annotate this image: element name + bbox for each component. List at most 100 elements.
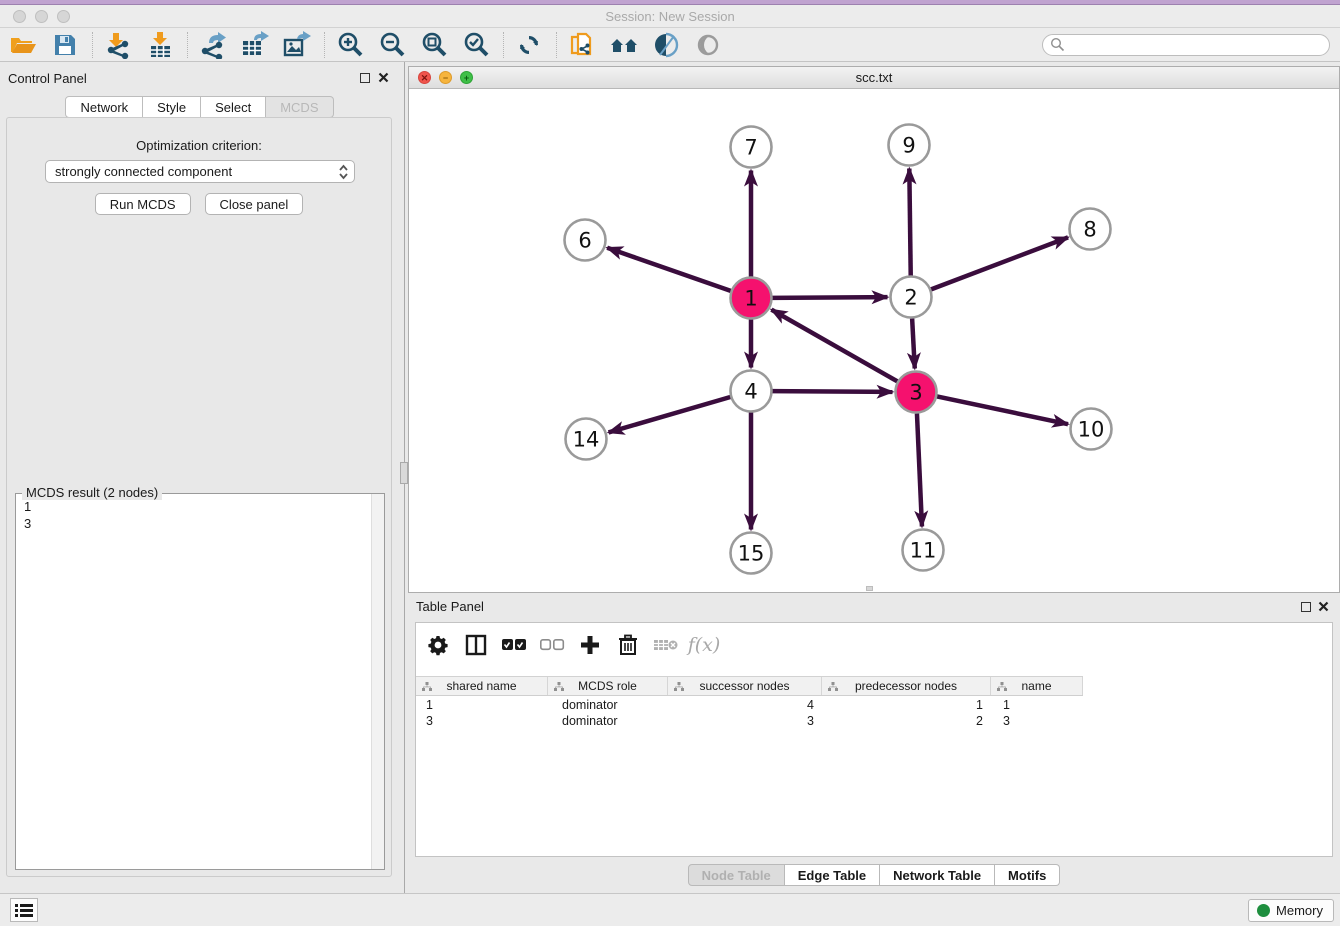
titlebar: Session: New Session bbox=[0, 5, 1340, 28]
column-header-name[interactable]: name bbox=[991, 677, 1083, 695]
edge-1-2[interactable] bbox=[772, 297, 887, 298]
control-panel-float-icon[interactable] bbox=[360, 73, 370, 83]
import-network-icon[interactable] bbox=[103, 30, 133, 60]
table-cell[interactable]: dominator bbox=[548, 697, 668, 713]
network-canvas[interactable]: 7 9 6 8 1 2 4 3 14 10 15 11 bbox=[409, 89, 1339, 592]
column-header-MCDS-role[interactable]: MCDS role bbox=[548, 677, 668, 695]
svg-text:7: 7 bbox=[744, 136, 757, 160]
graph-node-6[interactable]: 6 bbox=[565, 220, 606, 261]
graph-node-4[interactable]: 4 bbox=[731, 371, 772, 412]
network-resize-handle[interactable] bbox=[866, 586, 873, 591]
table-panel-close-icon[interactable] bbox=[1318, 601, 1329, 612]
toggle-style-icon[interactable] bbox=[651, 30, 681, 60]
graph-node-8[interactable]: 8 bbox=[1070, 209, 1111, 250]
table-cell[interactable]: 4 bbox=[668, 697, 822, 713]
run-mcds-button[interactable]: Run MCDS bbox=[95, 193, 191, 215]
import-table-icon[interactable] bbox=[145, 30, 175, 60]
graph-node-9[interactable]: 9 bbox=[889, 125, 930, 166]
search-input[interactable] bbox=[1042, 34, 1330, 56]
delete-table-icon bbox=[652, 631, 680, 659]
table-panel-float-icon[interactable] bbox=[1301, 602, 1311, 612]
tab-edge-table[interactable]: Edge Table bbox=[785, 864, 880, 886]
close-panel-button[interactable]: Close panel bbox=[205, 193, 304, 215]
edge-3-1[interactable] bbox=[771, 310, 897, 382]
edge-2-3[interactable] bbox=[912, 318, 915, 368]
show-hide-graphics-icon[interactable] bbox=[693, 30, 723, 60]
optimization-criterion-dropdown[interactable]: strongly connected component bbox=[45, 160, 355, 183]
graph-node-10[interactable]: 10 bbox=[1071, 409, 1112, 450]
duplicate-network-icon[interactable] bbox=[567, 30, 597, 60]
table-panel-title: Table Panel bbox=[416, 599, 484, 614]
table-cell[interactable]: 1 bbox=[822, 697, 991, 713]
list-icon bbox=[15, 903, 33, 918]
table-cell[interactable]: 3 bbox=[416, 713, 548, 729]
svg-text:1: 1 bbox=[744, 287, 757, 311]
zoom-selected-icon[interactable] bbox=[461, 30, 491, 60]
table-cell[interactable]: 2 bbox=[822, 713, 991, 729]
graph-node-11[interactable]: 11 bbox=[903, 530, 944, 571]
add-row-icon[interactable] bbox=[576, 631, 604, 659]
result-item: 1 bbox=[24, 498, 370, 515]
table-cell[interactable]: dominator bbox=[548, 713, 668, 729]
optimization-criterion-label: Optimization criterion: bbox=[7, 138, 391, 153]
memory-status-icon bbox=[1257, 904, 1270, 917]
tab-network[interactable]: Network bbox=[65, 96, 143, 118]
delete-row-icon[interactable] bbox=[614, 631, 642, 659]
export-network-icon[interactable] bbox=[198, 30, 228, 60]
toggle-column-view-icon[interactable] bbox=[462, 631, 490, 659]
column-header-shared-name[interactable]: shared name bbox=[416, 677, 548, 695]
graph-node-3[interactable]: 3 bbox=[896, 372, 937, 413]
table-cell[interactable]: 3 bbox=[668, 713, 822, 729]
save-session-icon[interactable] bbox=[50, 30, 80, 60]
main-toolbar bbox=[0, 28, 1340, 62]
search-icon bbox=[1050, 37, 1065, 52]
graph-node-14[interactable]: 14 bbox=[566, 419, 607, 460]
result-scrollbar[interactable] bbox=[371, 494, 384, 869]
memory-button[interactable]: Memory bbox=[1248, 899, 1334, 922]
tab-style[interactable]: Style bbox=[143, 96, 201, 118]
table-row[interactable]: 3dominator323 bbox=[416, 713, 1332, 729]
graph-node-1[interactable]: 1 bbox=[731, 278, 772, 319]
result-item: 3 bbox=[24, 515, 370, 532]
edge-4-3[interactable] bbox=[772, 391, 892, 392]
task-list-button[interactable] bbox=[10, 898, 38, 922]
graph-node-15[interactable]: 15 bbox=[731, 533, 772, 574]
graph-node-7[interactable]: 7 bbox=[731, 127, 772, 168]
control-panel-close-icon[interactable] bbox=[378, 72, 389, 83]
zoom-in-icon[interactable] bbox=[335, 30, 365, 60]
edge-3-11[interactable] bbox=[917, 413, 922, 526]
network-overview-icon[interactable] bbox=[609, 30, 639, 60]
status-bar: Memory bbox=[0, 893, 1340, 926]
zoom-fit-icon[interactable] bbox=[419, 30, 449, 60]
edge-4-14[interactable] bbox=[609, 397, 731, 432]
deselect-all-icon[interactable] bbox=[538, 631, 566, 659]
edge-3-10[interactable] bbox=[937, 396, 1068, 424]
table-cell[interactable]: 1 bbox=[416, 697, 548, 713]
table-row[interactable]: 1dominator411 bbox=[416, 697, 1332, 713]
network-window-titlebar[interactable]: ✕ − + scc.txt bbox=[409, 67, 1339, 89]
export-table-icon[interactable] bbox=[240, 30, 270, 60]
tab-select[interactable]: Select bbox=[201, 96, 266, 118]
tab-mcds[interactable]: MCDS bbox=[266, 96, 333, 118]
settings-gear-icon[interactable] bbox=[424, 631, 452, 659]
graph-node-2[interactable]: 2 bbox=[891, 277, 932, 318]
select-all-icon[interactable] bbox=[500, 631, 528, 659]
apply-layout-icon[interactable] bbox=[514, 30, 544, 60]
export-image-icon[interactable] bbox=[282, 30, 312, 60]
tab-node-table[interactable]: Node Table bbox=[688, 864, 785, 886]
table-toolbar: f(x) bbox=[416, 623, 1332, 667]
edge-2-9[interactable] bbox=[909, 168, 910, 275]
splitter-handle[interactable] bbox=[400, 462, 408, 484]
tab-network-table[interactable]: Network Table bbox=[880, 864, 995, 886]
table-cell[interactable]: 3 bbox=[991, 713, 1083, 729]
zoom-out-icon[interactable] bbox=[377, 30, 407, 60]
table-cell[interactable]: 1 bbox=[991, 697, 1083, 713]
edge-1-6[interactable] bbox=[607, 248, 731, 291]
column-header-predecessor-nodes[interactable]: predecessor nodes bbox=[822, 677, 991, 695]
svg-text:4: 4 bbox=[744, 380, 757, 404]
panel-splitter[interactable] bbox=[399, 62, 408, 893]
edge-2-8[interactable] bbox=[931, 237, 1068, 289]
column-header-successor-nodes[interactable]: successor nodes bbox=[668, 677, 822, 695]
open-session-icon[interactable] bbox=[8, 30, 38, 60]
tab-motifs[interactable]: Motifs bbox=[995, 864, 1060, 886]
